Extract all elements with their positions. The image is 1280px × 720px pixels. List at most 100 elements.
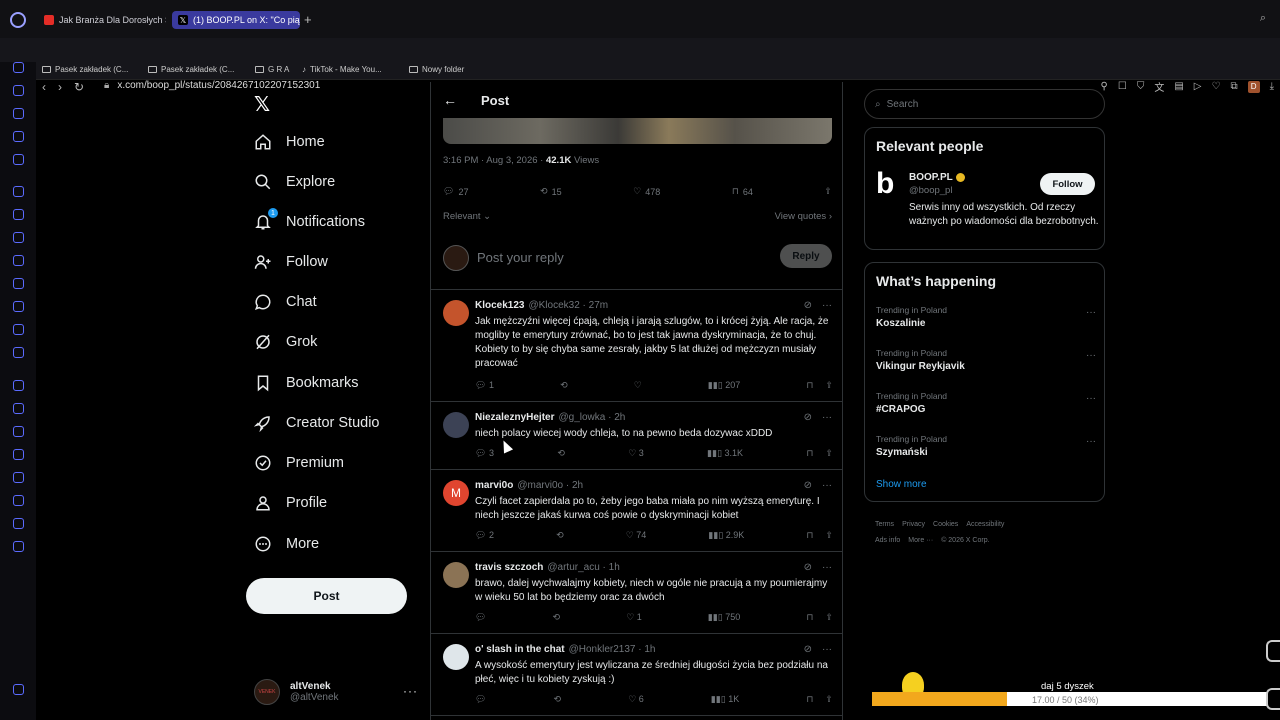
sort-dropdown[interactable]: Relevant ⌄: [443, 211, 491, 222]
reply-action[interactable]: 💬︎: [475, 612, 486, 623]
translate-icon[interactable]: 文: [1154, 79, 1164, 94]
nav-chat[interactable]: Chat: [254, 289, 317, 315]
sidebar-app-icon[interactable]: [13, 154, 24, 165]
settings-icon[interactable]: [13, 541, 24, 552]
repost-action[interactable]: ⟲ 15: [540, 186, 562, 197]
more-dots-icon[interactable]: ···: [822, 562, 832, 573]
reload-icon[interactable]: ↻: [74, 80, 84, 94]
telegram-icon[interactable]: [13, 324, 24, 335]
share-icon[interactable]: ⇪: [825, 380, 833, 391]
views-action[interactable]: ▮▮▯ 2.9K: [708, 530, 744, 541]
footer-link[interactable]: Privacy: [902, 521, 925, 528]
repost-action[interactable]: ⟲: [560, 380, 568, 391]
like-action[interactable]: ♡ 1: [626, 612, 642, 623]
bookmark-icon[interactable]: ⊓: [806, 612, 813, 623]
reply-author[interactable]: marvi0o: [475, 480, 513, 491]
reply-item[interactable]: M marvi0o @marvi0o · 2h ⊘ ··· Czyli facet …: [431, 470, 842, 552]
footer-link[interactable]: Accessibility: [966, 521, 1004, 528]
sidebar-app-icon[interactable]: [13, 684, 24, 695]
share-icon[interactable]: ⇪: [825, 612, 833, 623]
tab-x-post[interactable]: 𝕏 (1) BOOP.PL on X: "Co piąt: [172, 11, 300, 29]
avatar[interactable]: M: [443, 480, 469, 506]
search-tabs-icon[interactable]: ⌕: [1260, 12, 1266, 25]
heart-icon[interactable]: ♡: [1211, 81, 1220, 92]
reply-item[interactable]: Klocek123 @Klocek32 · 27m ⊘ ··· Jak mężczy…: [431, 290, 842, 402]
sidebar-app-icon[interactable]: [13, 209, 24, 220]
messenger-icon[interactable]: [13, 232, 24, 243]
like-action[interactable]: ♡ 3: [628, 448, 644, 459]
extensions-icon[interactable]: [13, 518, 24, 529]
show-more-link[interactable]: Show more: [876, 479, 927, 490]
more-dots-icon[interactable]: ···: [822, 480, 832, 491]
person-name[interactable]: BOOP.PL: [909, 172, 953, 183]
nav-more[interactable]: More: [254, 531, 319, 557]
trend-item[interactable]: Trending in Poland #CRAPOG ···: [876, 391, 1096, 415]
reply-action[interactable]: 💬︎: [475, 694, 486, 705]
share-icon[interactable]: ⇪: [825, 448, 833, 459]
boop-logo[interactable]: b: [876, 169, 902, 200]
reply-author[interactable]: travis szczoch: [475, 562, 543, 573]
grok-icon[interactable]: ⊘: [804, 562, 812, 573]
views-action[interactable]: ▮▮▯ 1K: [711, 694, 739, 705]
footer-link[interactable]: More ···: [908, 537, 933, 544]
sidebar-app-icon[interactable]: [13, 347, 24, 358]
search-input[interactable]: [886, 98, 1087, 110]
share-action[interactable]: ⇪: [824, 186, 832, 197]
back-icon[interactable]: ‹: [42, 80, 46, 94]
views-action[interactable]: ▮▮▯ 207: [708, 380, 740, 391]
player-icon[interactable]: [13, 403, 24, 414]
more-dots-icon[interactable]: ···: [1086, 307, 1096, 318]
avatar[interactable]: [443, 300, 469, 326]
twitch-icon[interactable]: [13, 186, 24, 197]
more-dots-icon[interactable]: ···: [1086, 393, 1096, 404]
person-name-row[interactable]: BOOP.PL: [909, 172, 965, 183]
more-dots-icon[interactable]: ···: [1086, 350, 1096, 361]
reply-item[interactable]: o' slash in the chat @Honkler2137 · 1h ⊘ ·…: [431, 634, 842, 716]
bookmark-page-icon[interactable]: ☐: [1118, 81, 1127, 92]
reply-author[interactable]: Klocek123: [475, 300, 524, 311]
shield-icon[interactable]: ⛉: [1137, 81, 1145, 92]
x-icon[interactable]: [13, 301, 24, 312]
more-dots-icon[interactable]: ···: [1086, 436, 1096, 447]
nav-explore[interactable]: Explore: [254, 169, 335, 195]
x-logo[interactable]: 𝕏: [254, 92, 270, 117]
footer-link[interactable]: Terms: [875, 521, 894, 528]
opera-logo-icon[interactable]: [10, 12, 26, 28]
repost-action[interactable]: ⟲: [554, 694, 562, 705]
bookmark-item[interactable]: Pasek zakładek (C...: [42, 65, 128, 74]
nav-bookmarks[interactable]: Bookmarks: [254, 370, 359, 396]
downloads-icon[interactable]: [13, 495, 24, 506]
grok-icon[interactable]: ⊘: [804, 300, 812, 311]
grok-icon[interactable]: ⊘: [804, 480, 812, 491]
account-switcher[interactable]: VENEK altVenek @altVenek: [254, 679, 339, 705]
views-action[interactable]: ▮▮▯ 750: [708, 612, 740, 623]
pin-icon[interactable]: ⚲: [1101, 81, 1108, 92]
nav-follow[interactable]: Follow: [254, 249, 328, 275]
reply-action[interactable]: 💬︎ 1: [475, 380, 494, 391]
avatar[interactable]: [443, 412, 469, 438]
bookmark-icon[interactable]: ⊓: [806, 380, 813, 391]
footer-link[interactable]: Ads info: [875, 537, 900, 544]
trend-item[interactable]: Trending in Poland Koszalinie ···: [876, 305, 1096, 329]
like-action[interactable]: ♡: [634, 380, 642, 391]
bookmark-action[interactable]: ⊓ 64: [732, 186, 753, 197]
avatar[interactable]: [443, 562, 469, 588]
like-action[interactable]: ♡ 478: [633, 186, 660, 197]
share-icon[interactable]: ⇪: [825, 694, 833, 705]
repost-action[interactable]: ⟲: [557, 448, 565, 459]
sidebar-app-icon[interactable]: [13, 131, 24, 142]
reply-action[interactable]: 💬︎ 27: [443, 186, 468, 197]
new-tab-button[interactable]: +: [304, 12, 312, 27]
reply-action[interactable]: 💬︎ 3: [475, 448, 494, 459]
grok-icon[interactable]: ⊘: [804, 412, 812, 423]
back-arrow-icon[interactable]: ←: [443, 92, 457, 108]
follow-button[interactable]: Follow: [1040, 173, 1095, 195]
footer-link[interactable]: Cookies: [933, 521, 958, 528]
nav-creator-studio[interactable]: Creator Studio: [254, 410, 380, 436]
bookmark-item[interactable]: Pasek zakładek (C...: [148, 65, 234, 74]
repost-action[interactable]: ⟲: [553, 612, 561, 623]
view-quotes-link[interactable]: View quotes ›: [775, 211, 832, 222]
heart-icon[interactable]: [13, 426, 24, 437]
reply-input[interactable]: Post your reply: [477, 250, 564, 265]
bookmark-icon[interactable]: ⊓: [806, 694, 813, 705]
